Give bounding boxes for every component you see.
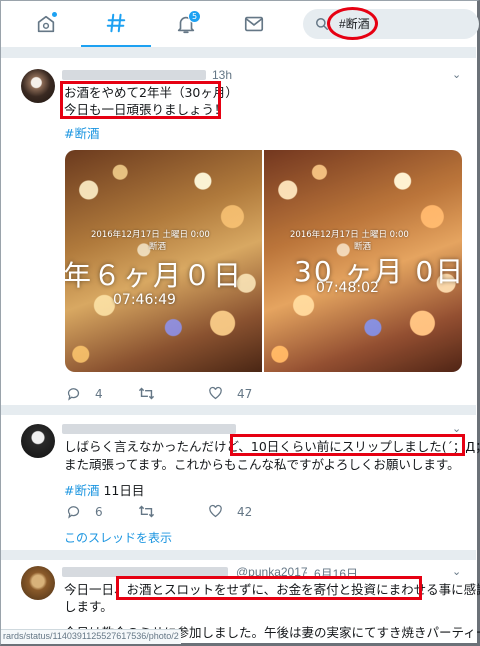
notification-badge: 5 xyxy=(188,10,201,23)
highlight-annotation xyxy=(60,81,221,119)
tweet-text-line: #断酒 11日目 xyxy=(64,482,144,499)
reply-count: 4 xyxy=(95,386,103,401)
tweet-text-line: また頑張ってます。これからもこんな私ですがよろしくお願いします。 xyxy=(64,457,460,472)
timeline-gap xyxy=(1,48,476,58)
search-highlight-annotation xyxy=(327,7,378,40)
reply-button[interactable]: 4 xyxy=(66,386,103,401)
timeline-gap xyxy=(1,405,476,415)
reply-count: 6 xyxy=(95,504,103,519)
hashtag-link[interactable]: #断酒 xyxy=(64,483,99,498)
photo-date-text: 2016年12月17日 土曜日 0:00 xyxy=(290,230,409,240)
tweet-text-post: に感謝 xyxy=(451,582,480,597)
top-nav: 5 #断酒 xyxy=(1,1,479,48)
status-url: rards/status/1140391125527617536/photo/2 xyxy=(3,631,179,641)
tab-explore[interactable] xyxy=(81,1,151,47)
envelope-icon xyxy=(244,16,264,32)
chevron-down-icon[interactable]: ⌄ xyxy=(452,565,461,578)
highlight-annotation xyxy=(230,434,465,456)
photo-time-text: 07:46:49 xyxy=(113,292,176,308)
show-thread-link[interactable]: このスレッドを表示 xyxy=(64,530,172,547)
like-button[interactable]: 42 xyxy=(208,504,252,519)
like-count: 47 xyxy=(237,386,253,401)
photo-label-text: 断酒 xyxy=(149,242,167,252)
avatar[interactable] xyxy=(21,566,55,600)
redacted-username xyxy=(62,424,236,434)
reply-icon xyxy=(67,506,80,519)
reply-icon xyxy=(67,388,80,401)
retweet-button[interactable] xyxy=(138,386,169,401)
highlight-annotation xyxy=(116,576,422,600)
reply-button[interactable]: 6 xyxy=(66,504,103,519)
new-content-dot xyxy=(52,12,57,17)
retweet-icon xyxy=(138,387,155,400)
chevron-down-icon[interactable]: ⌄ xyxy=(452,68,461,81)
avatar[interactable] xyxy=(21,424,55,458)
redacted-username xyxy=(62,70,206,80)
media-image-left[interactable]: 2016年12月17日 土曜日 0:00 断酒 年６ヶ月０日 07:46:49 xyxy=(65,150,262,372)
heart-icon xyxy=(209,504,222,518)
tab-messages[interactable] xyxy=(219,1,289,47)
tweet-text-line: します。 xyxy=(64,599,113,614)
photo-time-text: 07:48:02 xyxy=(316,280,379,296)
heart-icon xyxy=(209,386,222,400)
hashtag-link[interactable]: #断酒 xyxy=(64,125,99,142)
timeline-gap xyxy=(1,550,476,560)
retweet-button[interactable] xyxy=(138,504,169,519)
retweet-icon xyxy=(138,505,155,518)
like-button[interactable]: 47 xyxy=(208,386,252,401)
like-count: 42 xyxy=(237,504,253,519)
browser-status-bar: rards/status/1140391125527617536/photo/2 xyxy=(1,629,181,644)
tweet-text-suffix: 11日目 xyxy=(99,483,145,498)
avatar[interactable] xyxy=(21,69,55,103)
photo-date-text: 2016年12月17日 土曜日 0:00 xyxy=(91,230,210,240)
tweet-text-pre: しばらく言えなかったんだけど、 xyxy=(64,439,251,454)
tweet-time[interactable]: 13h xyxy=(212,68,232,82)
tab-notifications[interactable]: 5 xyxy=(151,1,221,47)
hashtag-icon xyxy=(106,13,126,33)
media-image-right[interactable]: 2016年12月17日 土曜日 0:00 断酒 30 ヶ月 0日 07:48:0… xyxy=(264,150,462,372)
photo-big-text: 年６ヶ月０日 xyxy=(65,259,244,292)
tab-home[interactable] xyxy=(11,1,81,47)
